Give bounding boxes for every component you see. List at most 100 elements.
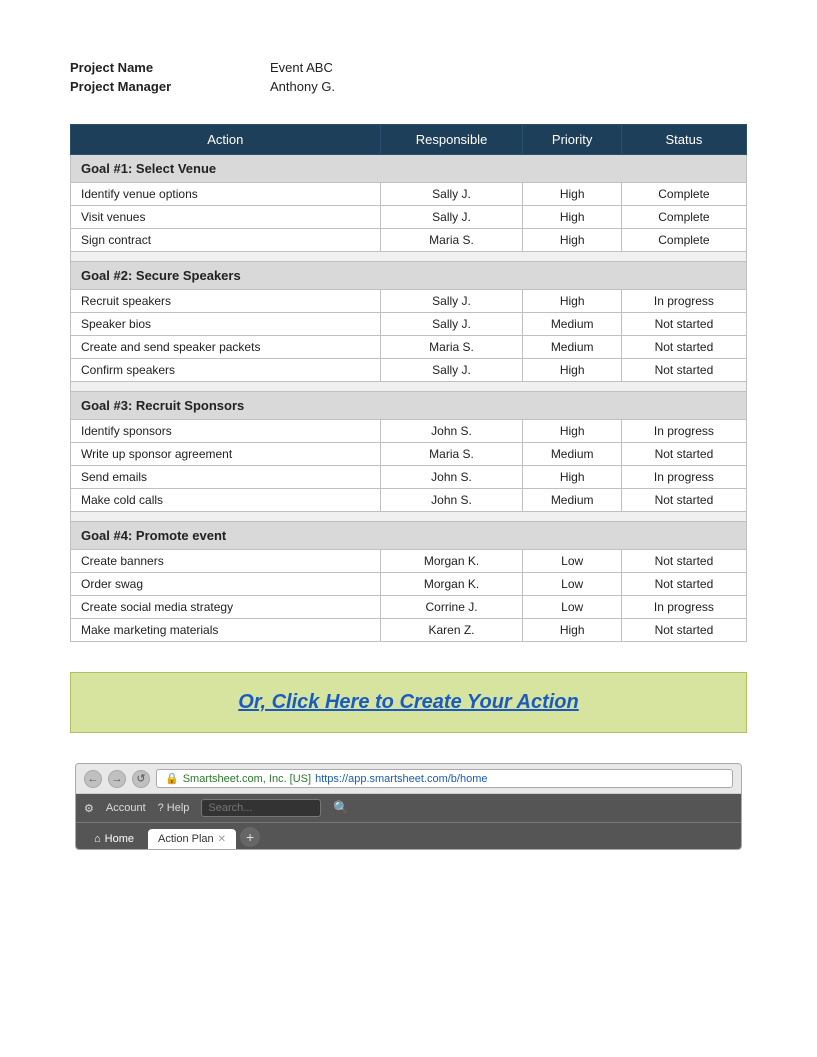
home-icon bbox=[94, 833, 101, 845]
table-row: Order swagMorgan K.LowNot started bbox=[71, 573, 747, 596]
cell-action: Make marketing materials bbox=[71, 619, 381, 642]
project-manager-row: Project Manager Anthony G. bbox=[70, 79, 747, 94]
project-manager-label: Project Manager bbox=[70, 79, 270, 94]
tab-new-button[interactable]: + bbox=[240, 827, 260, 847]
url-path: https://app.smartsheet.com/b/home bbox=[315, 773, 487, 785]
table-row: Identify venue optionsSally J.HighComple… bbox=[71, 183, 747, 206]
cell-status: In progress bbox=[621, 420, 746, 443]
cell-priority: High bbox=[523, 229, 621, 252]
project-manager-value: Anthony G. bbox=[270, 79, 335, 94]
table-row: Confirm speakersSally J.HighNot started bbox=[71, 359, 747, 382]
cell-status: In progress bbox=[621, 596, 746, 619]
col-header-responsible: Responsible bbox=[380, 125, 523, 155]
project-info: Project Name Event ABC Project Manager A… bbox=[70, 60, 747, 94]
url-bar[interactable]: Smartsheet.com, Inc. [US] https://app.sm… bbox=[156, 769, 733, 788]
goal-row-1: Goal #1: Select Venue bbox=[71, 155, 747, 183]
cell-status: Not started bbox=[621, 313, 746, 336]
cell-action: Create social media strategy bbox=[71, 596, 381, 619]
cta-banner[interactable]: Or, Click Here to Create Your Action bbox=[70, 672, 747, 733]
cell-action: Make cold calls bbox=[71, 489, 381, 512]
cell-status: Not started bbox=[621, 489, 746, 512]
col-header-status: Status bbox=[621, 125, 746, 155]
cell-action: Identify venue options bbox=[71, 183, 381, 206]
goal-label-1: Goal #1: Select Venue bbox=[71, 155, 747, 183]
col-header-priority: Priority bbox=[523, 125, 621, 155]
tab-home-label: Home bbox=[105, 833, 134, 845]
table-row: Visit venuesSally J.HighComplete bbox=[71, 206, 747, 229]
refresh-button[interactable]: ↺ bbox=[132, 770, 150, 788]
cell-responsible: Morgan K. bbox=[380, 550, 523, 573]
cell-responsible: Maria S. bbox=[380, 443, 523, 466]
cell-responsible: Sally J. bbox=[380, 183, 523, 206]
cell-status: Not started bbox=[621, 573, 746, 596]
cell-status: Not started bbox=[621, 336, 746, 359]
project-name-value: Event ABC bbox=[270, 60, 333, 75]
search-input[interactable] bbox=[201, 799, 321, 817]
cell-action: Order swag bbox=[71, 573, 381, 596]
cell-responsible: Maria S. bbox=[380, 336, 523, 359]
spacer-row bbox=[71, 252, 747, 262]
search-icon[interactable]: 🔍 bbox=[333, 800, 349, 816]
cell-priority: Medium bbox=[523, 313, 621, 336]
cell-responsible: John S. bbox=[380, 466, 523, 489]
cell-status: Complete bbox=[621, 206, 746, 229]
gear-icon bbox=[84, 802, 94, 815]
table-row: Send emailsJohn S.HighIn progress bbox=[71, 466, 747, 489]
account-label[interactable]: Account bbox=[106, 802, 146, 814]
cell-responsible: Sally J. bbox=[380, 313, 523, 336]
table-row: Make marketing materialsKaren Z.HighNot … bbox=[71, 619, 747, 642]
cell-responsible: John S. bbox=[380, 489, 523, 512]
cell-responsible: Karen Z. bbox=[380, 619, 523, 642]
cell-status: In progress bbox=[621, 466, 746, 489]
cell-priority: High bbox=[523, 206, 621, 229]
cell-status: Complete bbox=[621, 229, 746, 252]
tab-close-icon[interactable]: ✕ bbox=[218, 834, 226, 845]
cell-priority: Medium bbox=[523, 336, 621, 359]
cell-action: Send emails bbox=[71, 466, 381, 489]
col-header-action: Action bbox=[71, 125, 381, 155]
goal-label-3: Goal #3: Recruit Sponsors bbox=[71, 392, 747, 420]
cell-priority: High bbox=[523, 466, 621, 489]
browser-mockup: ← → ↺ Smartsheet.com, Inc. [US] https://… bbox=[75, 763, 742, 850]
cta-link[interactable]: Or, Click Here to Create Your Action bbox=[238, 691, 578, 713]
goal-row-4: Goal #4: Promote event bbox=[71, 522, 747, 550]
cell-action: Sign contract bbox=[71, 229, 381, 252]
cell-status: Not started bbox=[621, 359, 746, 382]
tab-action-plan[interactable]: Action Plan ✕ bbox=[148, 829, 236, 849]
cell-action: Write up sponsor agreement bbox=[71, 443, 381, 466]
forward-button[interactable]: → bbox=[108, 770, 126, 788]
cell-status: In progress bbox=[621, 290, 746, 313]
table-row: Sign contractMaria S.HighComplete bbox=[71, 229, 747, 252]
browser-tabs: Home Action Plan ✕ + bbox=[76, 822, 741, 849]
help-label[interactable]: ? Help bbox=[158, 802, 190, 814]
back-button[interactable]: ← bbox=[84, 770, 102, 788]
table-row: Write up sponsor agreementMaria S.Medium… bbox=[71, 443, 747, 466]
table-header-row: Action Responsible Priority Status bbox=[71, 125, 747, 155]
table-row: Identify sponsorsJohn S.HighIn progress bbox=[71, 420, 747, 443]
table-row: Create social media strategyCorrine J.Lo… bbox=[71, 596, 747, 619]
cell-priority: Low bbox=[523, 596, 621, 619]
cell-status: Not started bbox=[621, 550, 746, 573]
cell-responsible: Corrine J. bbox=[380, 596, 523, 619]
table-row: Create and send speaker packetsMaria S.M… bbox=[71, 336, 747, 359]
cell-responsible: Sally J. bbox=[380, 359, 523, 382]
project-name-label: Project Name bbox=[70, 60, 270, 75]
table-row: Recruit speakersSally J.HighIn progress bbox=[71, 290, 747, 313]
cell-action: Confirm speakers bbox=[71, 359, 381, 382]
cell-status: Not started bbox=[621, 443, 746, 466]
tab-home[interactable]: Home bbox=[84, 829, 144, 849]
cell-priority: High bbox=[523, 290, 621, 313]
cell-action: Speaker bios bbox=[71, 313, 381, 336]
table-row: Make cold callsJohn S.MediumNot started bbox=[71, 489, 747, 512]
table-row: Speaker biosSally J.MediumNot started bbox=[71, 313, 747, 336]
ssl-icon bbox=[165, 772, 179, 785]
action-table: Action Responsible Priority Status Goal … bbox=[70, 124, 747, 642]
cell-responsible: Morgan K. bbox=[380, 573, 523, 596]
cell-priority: High bbox=[523, 420, 621, 443]
goal-row-3: Goal #3: Recruit Sponsors bbox=[71, 392, 747, 420]
cell-responsible: John S. bbox=[380, 420, 523, 443]
tab-active-label: Action Plan bbox=[158, 833, 214, 845]
cell-action: Visit venues bbox=[71, 206, 381, 229]
cell-action: Identify sponsors bbox=[71, 420, 381, 443]
cell-priority: Low bbox=[523, 573, 621, 596]
